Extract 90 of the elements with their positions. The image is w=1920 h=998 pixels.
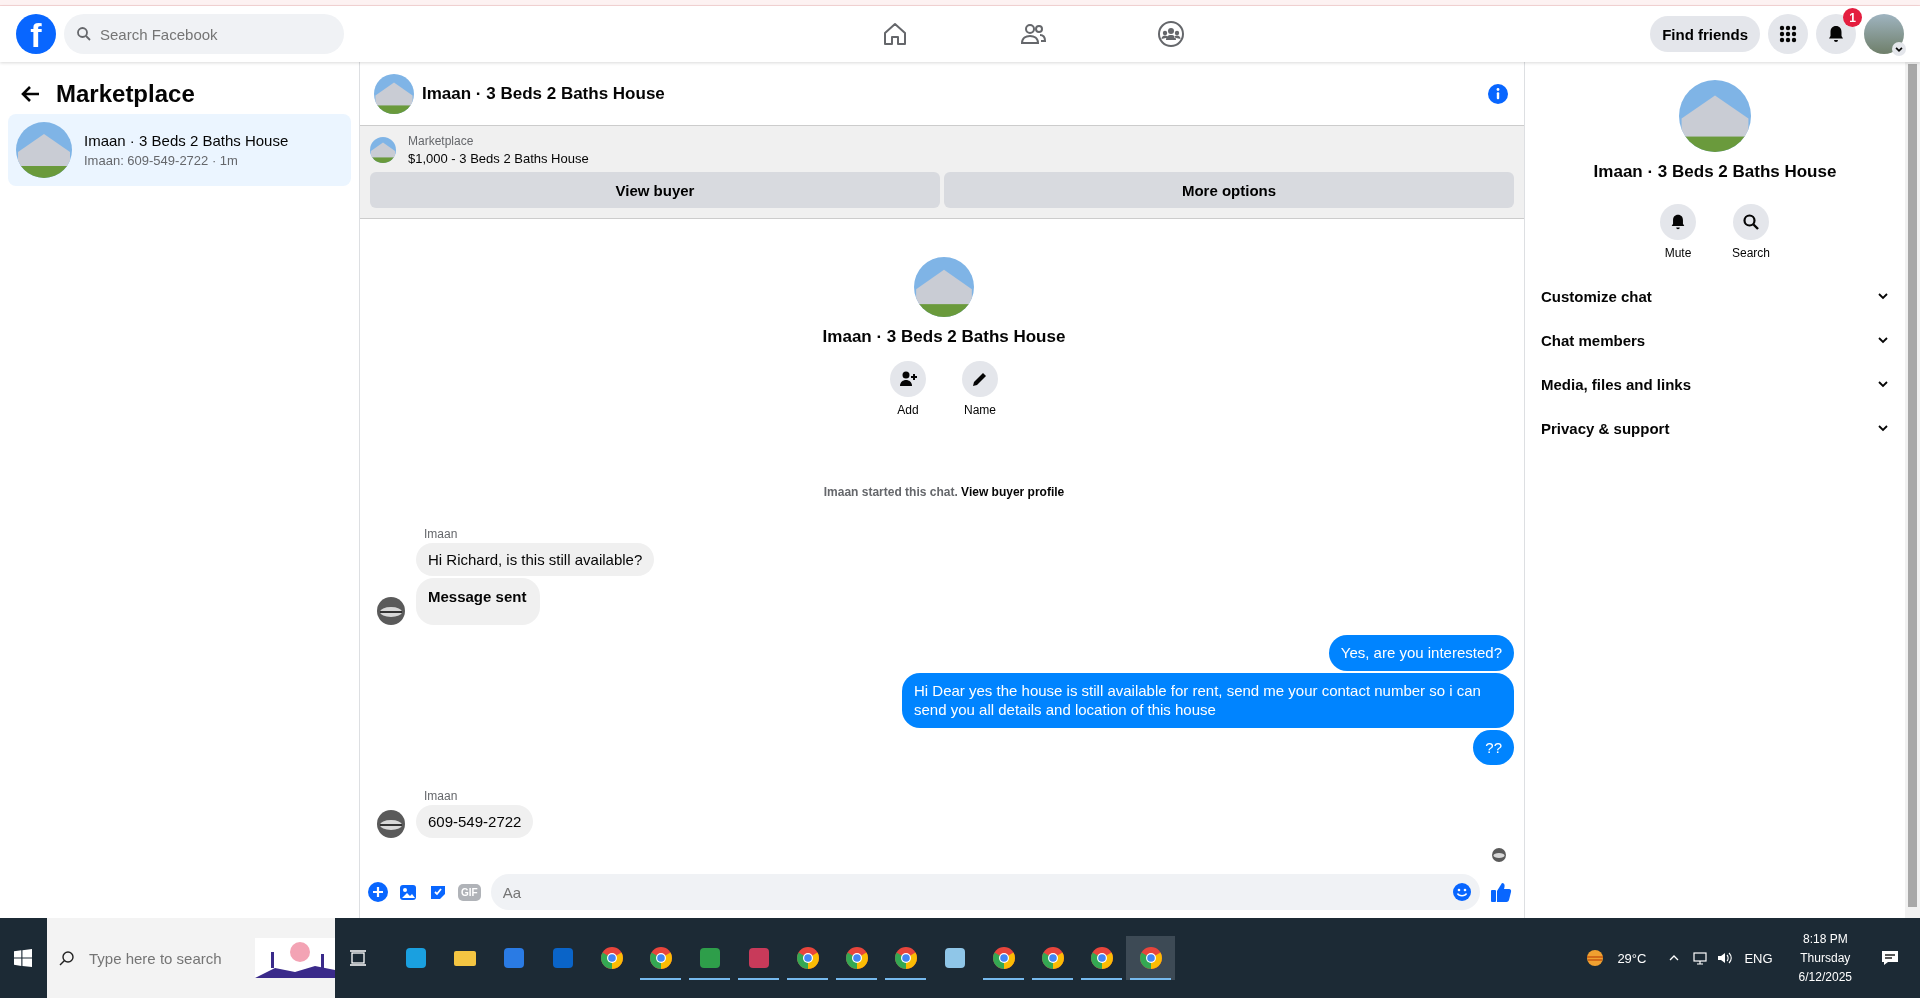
outgoing-message: Yes, are you interested? — [1328, 635, 1514, 671]
seen-avatar-icon — [1492, 848, 1506, 862]
image-icon[interactable] — [398, 882, 418, 902]
clock-day: Thursday — [1800, 951, 1851, 965]
bell-icon — [1826, 24, 1846, 44]
network-icon[interactable] — [1692, 950, 1709, 966]
house-photo — [370, 137, 396, 163]
browser-icon — [991, 946, 1016, 970]
app-icon — [746, 946, 771, 970]
scrollbar-thumb[interactable] — [1908, 64, 1917, 908]
incoming-message: 609-549-2722 — [416, 805, 534, 838]
notification-badge: 1 — [1843, 8, 1862, 27]
find-friends-button[interactable]: Find friends — [1650, 16, 1760, 52]
browser-icon — [795, 946, 820, 970]
pencil-icon — [971, 370, 989, 388]
conversation-preview: Imaan: 609-549-2722 · 1m — [84, 153, 239, 168]
action-label: Mute — [1664, 246, 1692, 260]
notification-center-icon[interactable] — [1880, 948, 1900, 968]
search-button[interactable] — [1733, 204, 1769, 240]
section-header[interactable]: Customize chat — [1541, 274, 1897, 318]
temperature: 29°C — [1617, 950, 1647, 966]
clock-date: 6/12/2025 — [1798, 970, 1852, 984]
listing-label: Marketplace — [408, 134, 475, 148]
browser-icon — [893, 946, 918, 970]
browser-icon — [1138, 946, 1163, 970]
bell-icon — [1669, 213, 1687, 231]
action-label: Add — [897, 403, 919, 417]
app-icon — [697, 946, 722, 970]
chat-start-note: Imaan started this chat. View buyer profile — [822, 485, 1066, 499]
emoji-icon[interactable] — [1452, 882, 1472, 902]
chat-name: Imaan · 3 Beds 2 Baths House — [1593, 162, 1837, 182]
app-icon — [403, 946, 428, 970]
section-header[interactable]: Privacy & support — [1541, 406, 1897, 450]
message-field[interactable]: Aa — [490, 874, 1480, 910]
search-icon — [1742, 213, 1760, 231]
conversation-item[interactable]: Imaan · 3 Beds 2 Baths House Imaan: 609-549-2722 · 1m — [8, 114, 351, 186]
outgoing-message: Hi Dear yes the house is still available for rent, send me your contact number so i can send you all details and location of this house — [902, 672, 1514, 728]
browser-icon — [844, 946, 869, 970]
chat-title: Imaan · 3 Beds 2 Baths House — [422, 83, 666, 104]
mail-icon — [550, 946, 575, 970]
action-button[interactable]: View buyer — [370, 172, 940, 208]
volume-icon[interactable] — [1716, 950, 1733, 966]
taskbar-app[interactable] — [1126, 936, 1175, 980]
info-icon[interactable] — [1488, 83, 1508, 104]
sender-name: Imaan — [423, 527, 459, 541]
grid-icon — [1778, 24, 1798, 44]
profile-photo[interactable] — [1864, 14, 1904, 54]
app-icon — [942, 946, 967, 970]
house-photo — [914, 257, 974, 317]
add-person-icon — [899, 370, 917, 388]
outgoing-message: ?? — [1473, 729, 1514, 765]
mute-button[interactable] — [1660, 204, 1696, 240]
edit-name-button[interactable] — [962, 361, 998, 397]
task-view-icon[interactable] — [349, 949, 367, 967]
facebook-logo[interactable]: f — [16, 14, 56, 54]
conversation-title: Imaan · 3 Beds 2 Baths House — [84, 132, 289, 149]
clock-time: 8:18 PM — [1802, 932, 1848, 946]
browser-icon — [599, 946, 624, 970]
search-field[interactable]: Search Facebook — [64, 14, 344, 54]
thumbs-up-icon[interactable] — [1490, 881, 1512, 903]
action-label: Name — [964, 403, 996, 417]
groups-icon[interactable] — [1157, 20, 1186, 48]
add-person-button[interactable] — [890, 361, 926, 397]
chat-name: Imaan · 3 Beds 2 Baths House — [822, 327, 1066, 347]
view-buyer-profile-link[interactable]: View buyer profile — [961, 485, 1065, 499]
sender-name: Imaan — [423, 789, 459, 803]
browser-icon — [648, 946, 673, 970]
input-language[interactable]: ENG — [1744, 950, 1773, 966]
section-header[interactable]: Media, files and links — [1541, 362, 1897, 406]
windows-start-icon[interactable] — [14, 949, 32, 967]
page-title: Marketplace — [56, 80, 195, 108]
section-header[interactable]: Chat members — [1541, 318, 1897, 362]
caret-icon[interactable] — [1892, 42, 1906, 56]
notifications-button[interactable] — [1816, 14, 1856, 54]
taskbar-search-field[interactable]: Type here to search — [87, 948, 243, 968]
house-photo — [16, 122, 72, 178]
action-label: Search — [1732, 246, 1770, 260]
browser-icon — [1089, 946, 1114, 970]
incoming-message: Message sent — [416, 578, 541, 625]
browser-icon — [1040, 946, 1065, 970]
app-icon — [501, 946, 526, 970]
listing-title: $1,000 - 3 Beds 2 Baths House — [408, 151, 589, 166]
house-photo — [374, 73, 414, 114]
action-button[interactable]: More options — [944, 172, 1514, 208]
incoming-message: Hi Richard, is this still available? — [416, 543, 655, 576]
search-icon — [59, 950, 75, 966]
weather-icon — [1585, 948, 1606, 968]
plus-icon[interactable] — [368, 882, 388, 902]
search-icon — [76, 26, 92, 42]
menu-button[interactable] — [1768, 14, 1808, 54]
